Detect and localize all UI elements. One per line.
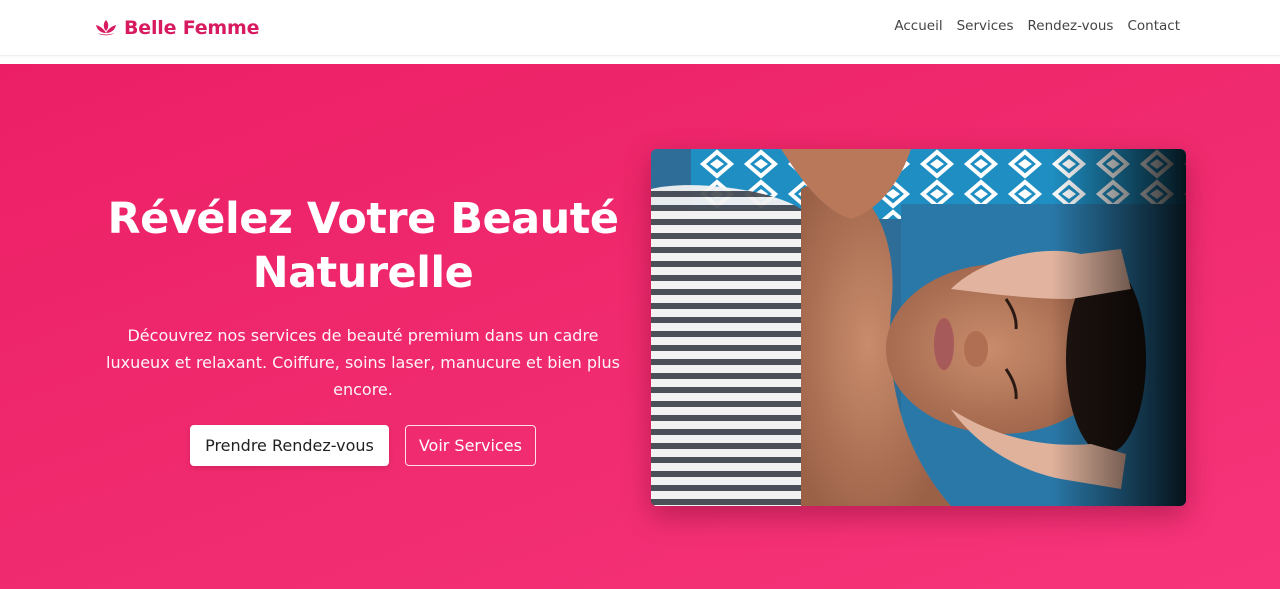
site-header: Belle Femme Accueil Services Rendez-vous… xyxy=(0,0,1280,56)
hero-title-line-2: Naturelle xyxy=(252,248,474,298)
nav-link-accueil[interactable]: Accueil xyxy=(894,18,942,34)
main-nav: Accueil Services Rendez-vous Contact xyxy=(894,18,1180,34)
nav-link-contact[interactable]: Contact xyxy=(1127,18,1180,34)
nav-link-rendez-vous[interactable]: Rendez-vous xyxy=(1028,18,1114,34)
lotus-icon xyxy=(94,18,118,38)
spa-facial-massage-photo xyxy=(651,149,1186,506)
hero-title: Révélez Votre Beauté Naturelle xyxy=(98,192,628,300)
hero-title-line-1: Révélez Votre Beauté xyxy=(107,194,619,244)
hero-section: Révélez Votre Beauté Naturelle Découvrez… xyxy=(0,64,1280,589)
hero-description: Découvrez nos services de beauté premium… xyxy=(106,326,620,399)
view-services-button[interactable]: Voir Services xyxy=(404,425,536,466)
brand-name: Belle Femme xyxy=(124,17,260,39)
nav-link-services[interactable]: Services xyxy=(957,18,1014,34)
book-appointment-button[interactable]: Prendre Rendez-vous xyxy=(190,425,389,466)
brand-logo-link[interactable]: Belle Femme xyxy=(94,15,259,41)
hero-buttons: Prendre Rendez-vous Voir Services xyxy=(98,425,628,466)
hero-content: Révélez Votre Beauté Naturelle Découvrez… xyxy=(98,192,628,466)
